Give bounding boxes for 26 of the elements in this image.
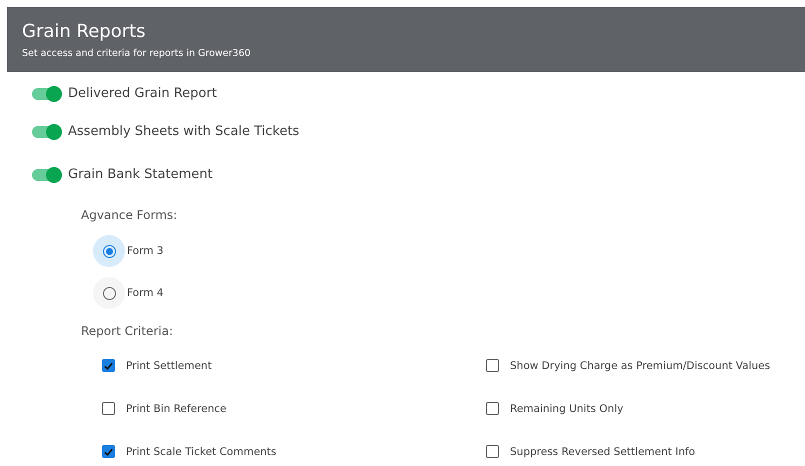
- checkbox[interactable]: [486, 445, 499, 458]
- radio-button[interactable]: [102, 286, 116, 300]
- checkbox[interactable]: [102, 359, 115, 372]
- radio-label: Form 3: [127, 245, 164, 257]
- radio-label: Form 4: [127, 287, 164, 299]
- checkbox[interactable]: [486, 359, 499, 372]
- checkbox[interactable]: [102, 445, 115, 458]
- checkbox[interactable]: [102, 402, 115, 415]
- checkbox-label: Print Scale Ticket Comments: [126, 446, 276, 458]
- report-label: Delivered Grain Report: [68, 86, 217, 101]
- section-label: Agvance Forms:: [81, 207, 178, 224]
- radio-button[interactable]: [102, 244, 116, 258]
- checkbox-label: Print Settlement: [126, 360, 212, 372]
- toggle-switch[interactable]: [32, 168, 60, 180]
- report-label: Assembly Sheets with Scale Tickets: [68, 124, 300, 139]
- checkbox-label: Suppress Reversed Settlement Info: [510, 446, 696, 458]
- checkbox[interactable]: [486, 402, 499, 415]
- checkbox-label: Show Drying Charge as Premium/Discount Values: [510, 360, 770, 372]
- toggle-switch[interactable]: [32, 88, 60, 100]
- page-subtitle: Set access and criteria for reports in Grower360: [22, 48, 252, 58]
- section-label: Report Criteria:: [81, 323, 174, 340]
- page-title: Grain Reports: [22, 20, 147, 42]
- report-label: Grain Bank Statement: [68, 167, 213, 182]
- checkbox-label: Remaining Units Only: [510, 402, 624, 414]
- toggle-switch[interactable]: [32, 126, 60, 138]
- checkbox-label: Print Bin Reference: [126, 402, 226, 414]
